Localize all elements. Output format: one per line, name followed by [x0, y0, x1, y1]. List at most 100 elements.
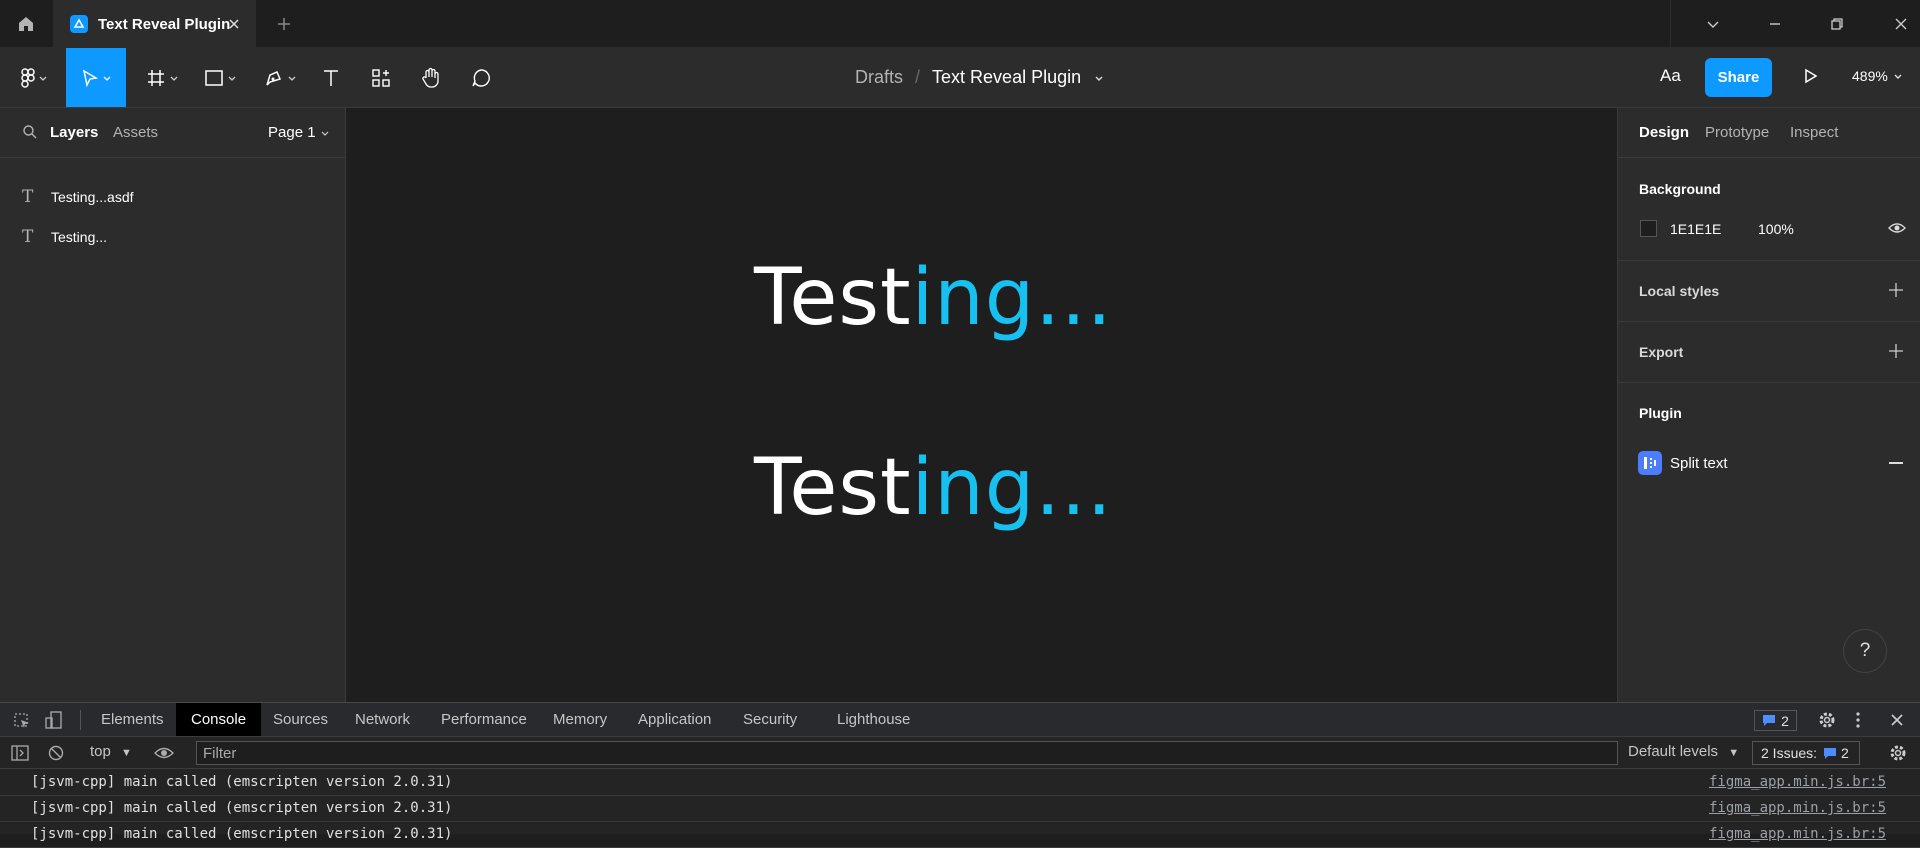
message-icon [1763, 715, 1776, 726]
close-devtools-icon[interactable] [1890, 713, 1904, 727]
search-icon[interactable] [22, 124, 38, 140]
breadcrumb-separator: / [915, 67, 921, 87]
zoom-dropdown[interactable]: 489% [1852, 68, 1904, 84]
chevron-down-icon[interactable] [1093, 72, 1105, 84]
minimize-icon[interactable] [1763, 12, 1787, 36]
comment-tool-button[interactable] [466, 48, 496, 107]
move-tool-button[interactable] [66, 48, 126, 107]
eye-icon[interactable] [154, 746, 174, 760]
window-controls [1670, 0, 1920, 48]
sidebar-toggle-icon[interactable] [11, 745, 29, 761]
clear-console-icon[interactable] [48, 745, 64, 761]
console-settings-gear-icon[interactable] [1889, 744, 1907, 762]
file-tab[interactable]: Text Reveal Plugin [53, 0, 256, 48]
chevron-down-icon[interactable] [1701, 12, 1725, 36]
help-button[interactable]: ? [1843, 629, 1887, 673]
eye-icon[interactable] [1888, 221, 1906, 235]
layers-panel-tabs: Layers Assets Page 1 [0, 108, 346, 158]
close-tab-icon[interactable] [224, 14, 244, 34]
chevron-down-icon [321, 131, 328, 136]
new-tab-icon[interactable] [272, 12, 296, 36]
log-levels-dropdown[interactable]: Default levels ▼ [1628, 743, 1739, 760]
share-button[interactable]: Share [1705, 58, 1772, 97]
console-log-line: [jsvm-cpp] main called (emscripten versi… [0, 770, 1920, 796]
tab-layers[interactable]: Layers [50, 124, 98, 141]
page-selector[interactable]: Page 1 [268, 124, 330, 141]
text-styles-button[interactable]: Aa [1660, 66, 1681, 86]
resources-button[interactable] [366, 48, 396, 107]
settings-gear-icon[interactable] [1818, 711, 1836, 729]
breadcrumb-file-name[interactable]: Text Reveal Plugin [932, 67, 1081, 88]
tab-sources[interactable]: Sources [273, 703, 328, 736]
close-window-icon[interactable] [1889, 12, 1913, 36]
page-name: Page 1 [268, 124, 316, 141]
frame-icon [147, 69, 164, 86]
rectangle-icon [204, 69, 223, 86]
remove-plugin-icon[interactable] [1889, 462, 1903, 464]
layer-name: Testing... [51, 229, 108, 245]
pen-icon [265, 70, 281, 86]
console-filter-input[interactable]: Filter [196, 741, 1618, 765]
plugin-name[interactable]: Split text [1670, 455, 1728, 472]
tab-design[interactable]: Design [1639, 124, 1689, 141]
device-toggle-icon[interactable] [45, 711, 63, 731]
tab-performance[interactable]: Performance [441, 703, 527, 736]
log-source-link[interactable]: figma_app.min.js.br:5 [1709, 800, 1886, 816]
log-source-link[interactable]: figma_app.min.js.br:5 [1709, 826, 1886, 842]
cursor-icon [82, 68, 98, 87]
text-highlight-part: ing... [911, 443, 1113, 533]
tab-assets[interactable]: Assets [113, 124, 158, 141]
divider [80, 710, 81, 730]
layer-name: Testing...asdf [51, 189, 134, 205]
frame-tool-button[interactable] [140, 48, 184, 107]
text-plain-part: Test [754, 443, 912, 533]
tab-console[interactable]: Console [176, 703, 262, 736]
shape-tool-button[interactable] [198, 48, 242, 107]
log-source-link[interactable]: figma_app.min.js.br:5 [1709, 774, 1886, 790]
canvas-text-node[interactable]: Testing... [754, 443, 1113, 533]
tab-inspect[interactable]: Inspect [1790, 124, 1838, 141]
messages-badge[interactable]: 2 [1754, 710, 1797, 731]
restore-icon[interactable] [1825, 12, 1849, 36]
properties-panel: Design Prototype Inspect Background 1E1E… [1617, 108, 1920, 702]
chevron-down-icon [1894, 74, 1902, 79]
text-highlight-part: ing... [911, 253, 1113, 343]
console-toolbar: top ▼ Filter Default levels ▼ 2 Issues: … [0, 737, 1920, 769]
background-opacity[interactable]: 100% [1758, 221, 1794, 237]
present-button[interactable] [1800, 66, 1820, 86]
issues-count: 2 [1841, 745, 1849, 761]
layer-item[interactable]: T Testing... [0, 218, 346, 256]
issues-button[interactable]: 2 Issues: 2 [1752, 741, 1860, 765]
tab-elements[interactable]: Elements [101, 703, 164, 736]
canvas[interactable]: Testing... Testing... [347, 108, 1617, 702]
tab-network[interactable]: Network [355, 703, 410, 736]
divider [1618, 382, 1920, 383]
toolbar: Drafts / Text Reveal Plugin Aa Share 489… [0, 48, 1920, 108]
more-vertical-icon[interactable] [1855, 711, 1861, 729]
log-message: [jsvm-cpp] main called (emscripten versi… [31, 800, 453, 816]
add-export-icon[interactable] [1888, 343, 1904, 359]
pen-tool-button[interactable] [258, 48, 302, 107]
layer-item[interactable]: T Testing...asdf [0, 178, 346, 216]
breadcrumb-drafts[interactable]: Drafts [855, 67, 903, 88]
context-selector[interactable]: top ▼ [90, 743, 132, 760]
canvas-text-node[interactable]: Testing... [754, 253, 1113, 343]
inspect-element-icon[interactable] [13, 712, 31, 730]
background-hex[interactable]: 1E1E1E [1670, 221, 1721, 237]
home-button[interactable] [0, 0, 52, 48]
tab-lighthouse[interactable]: Lighthouse [837, 703, 910, 736]
plugin-title: Plugin [1639, 405, 1682, 421]
text-tool-button[interactable] [316, 48, 346, 107]
tab-prototype[interactable]: Prototype [1705, 124, 1769, 141]
console-log-line: [jsvm-cpp] main called (emscripten versi… [0, 822, 1920, 848]
background-color-swatch[interactable] [1640, 220, 1657, 237]
text-layer-icon: T [22, 227, 34, 247]
hand-tool-button[interactable] [416, 48, 446, 107]
main-menu-button[interactable] [14, 48, 54, 107]
tab-security[interactable]: Security [743, 703, 797, 736]
tab-memory[interactable]: Memory [553, 703, 607, 736]
add-style-icon[interactable] [1888, 282, 1904, 298]
tab-application[interactable]: Application [638, 703, 711, 736]
figma-file-icon [70, 15, 88, 33]
properties-tabs: Design Prototype Inspect [1618, 108, 1920, 158]
